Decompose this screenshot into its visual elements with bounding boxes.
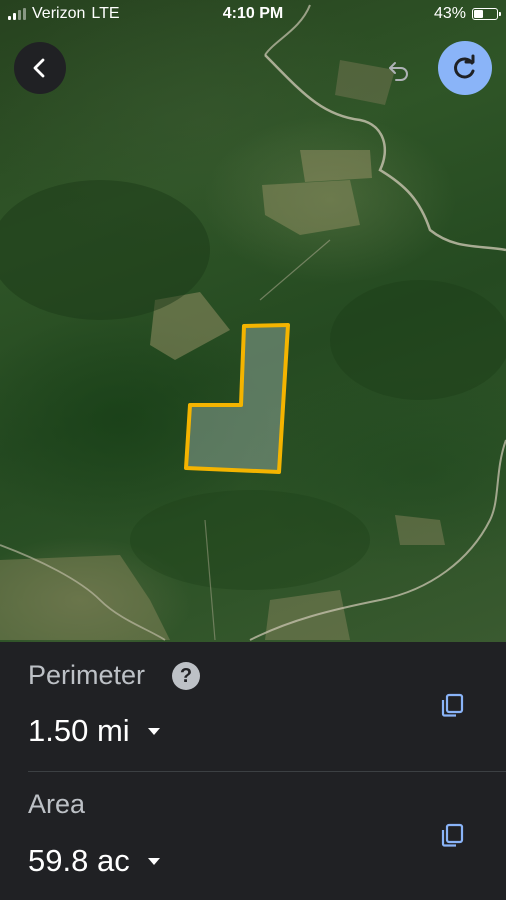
perimeter-value: 1.50 mi [28, 713, 130, 748]
back-button[interactable] [14, 42, 66, 94]
battery-level-fill [474, 10, 484, 18]
redo-button[interactable] [438, 41, 492, 95]
area-value-dropdown[interactable]: 59.8 ac [28, 843, 160, 879]
copy-icon [441, 693, 464, 717]
area-value: 59.8 ac [28, 843, 130, 878]
map-features [0, 4, 506, 641]
clock: 4:10 PM [222, 5, 284, 22]
chevron-down-icon [147, 727, 160, 735]
status-bar: Verizon LTE 4:10 PM 43% [0, 0, 506, 30]
redo-icon [454, 54, 475, 79]
back-arrow-icon [33, 58, 45, 78]
copy-area-button[interactable] [437, 820, 467, 850]
satellite-map[interactable] [0, 0, 506, 642]
copy-perimeter-button[interactable] [437, 690, 467, 720]
perimeter-value-dropdown[interactable]: 1.50 mi [28, 713, 160, 749]
help-icon[interactable]: ? [172, 662, 200, 690]
divider [28, 771, 506, 772]
battery-info: 43% [433, 5, 501, 23]
area-label: Area [28, 789, 86, 819]
battery-icon [472, 8, 501, 20]
battery-percent: 43% [433, 5, 466, 22]
measured-area-polygon [184, 323, 290, 474]
undo-button[interactable] [384, 54, 414, 84]
chevron-down-icon [147, 857, 160, 865]
undo-icon [389, 62, 408, 81]
perimeter-label: Perimeter [28, 660, 146, 690]
copy-icon [441, 823, 464, 847]
